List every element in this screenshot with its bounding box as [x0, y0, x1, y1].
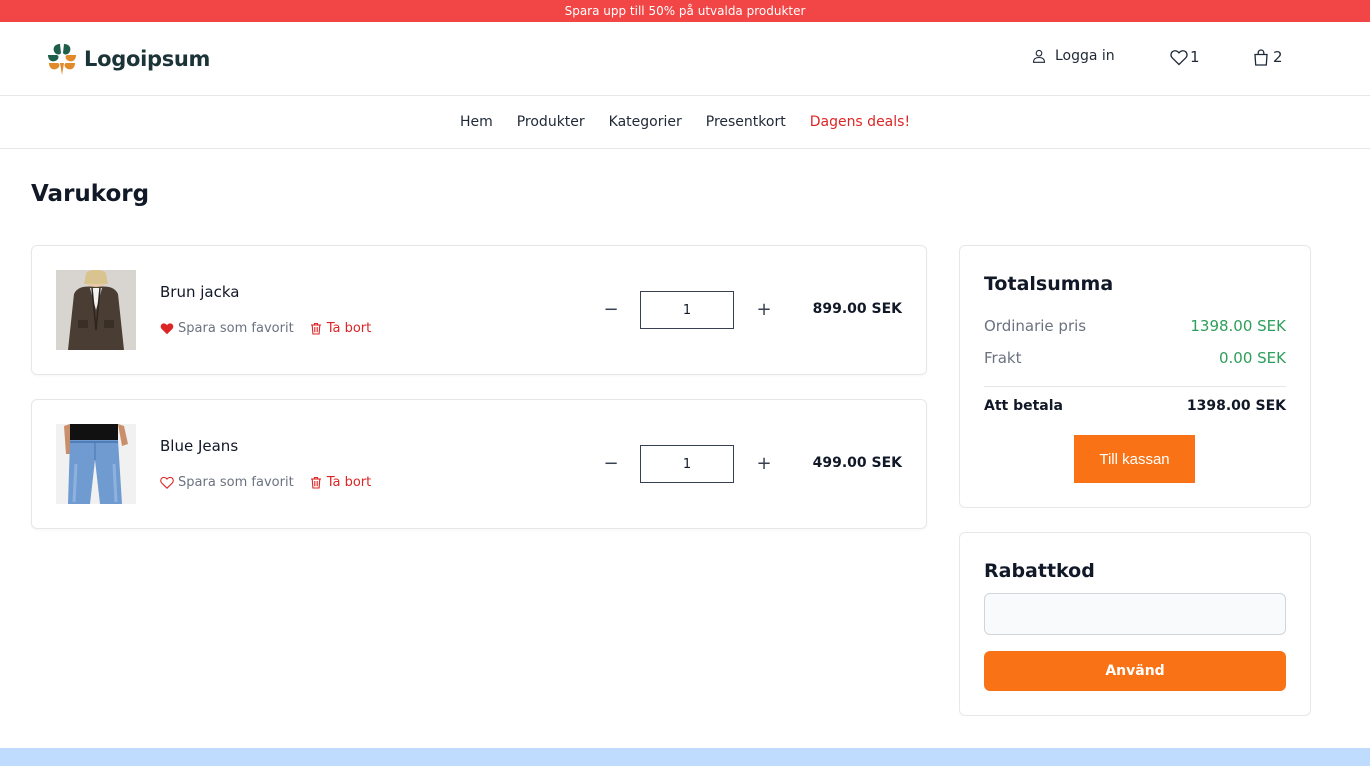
nav-item-kategorier[interactable]: Kategorier [609, 114, 682, 130]
favorites-count: 1 [1190, 48, 1200, 66]
jacket-image [56, 270, 136, 350]
save-favorite-button[interactable]: Spara som favorit [160, 475, 294, 490]
item-actions: Spara som favorit Ta bort [160, 321, 371, 336]
cart-item: Brun jacka Spara som favorit Ta bort − +… [31, 245, 927, 375]
product-name[interactable]: Brun jacka [160, 283, 239, 301]
trash-icon [310, 322, 321, 335]
quantity-input[interactable] [640, 445, 734, 483]
site-header: Logoipsum Logga in 1 2 [0, 22, 1370, 96]
logo-icon [48, 44, 76, 75]
remove-button[interactable]: Ta bort [310, 321, 372, 336]
heart-filled-icon [160, 323, 174, 335]
product-image[interactable] [56, 270, 136, 350]
page-title: Varukorg [31, 181, 150, 207]
total-row: Att betala 1398.00 SEK [984, 398, 1286, 414]
increase-quantity-button[interactable]: + [755, 450, 773, 478]
summary-divider [984, 386, 1286, 387]
shipping-row: Frakt 0.00 SEK [984, 349, 1286, 367]
remove-label: Ta bort [326, 321, 372, 336]
heart-icon [1170, 49, 1188, 65]
checkout-button[interactable]: Till kassan [1074, 435, 1195, 483]
shipping-label: Frakt [984, 349, 1022, 367]
summary-title: Totalsumma [984, 273, 1114, 295]
remove-button[interactable]: Ta bort [310, 475, 372, 490]
save-favorite-button[interactable]: Spara som favorit [160, 321, 294, 336]
cart-item: Blue Jeans Spara som favorit Ta bort − +… [31, 399, 927, 529]
discount-title: Rabattkod [984, 560, 1095, 582]
cart-link[interactable]: 2 [1253, 48, 1283, 66]
regular-price-label: Ordinarie pris [984, 317, 1087, 335]
login-label: Logga in [1055, 48, 1115, 64]
product-name[interactable]: Blue Jeans [160, 437, 238, 455]
nav-item-dagens-deals[interactable]: Dagens deals! [810, 114, 910, 130]
total-label: Att betala [984, 398, 1063, 414]
discount-code-input[interactable] [984, 593, 1286, 635]
nav-item-produkter[interactable]: Produkter [517, 114, 585, 130]
regular-price-value: 1398.00 SEK [1190, 317, 1286, 335]
total-value: 1398.00 SEK [1186, 398, 1286, 414]
cart-count: 2 [1273, 48, 1283, 66]
apply-discount-button[interactable]: Använd [984, 651, 1286, 691]
discount-panel: Rabattkod Använd [959, 532, 1311, 716]
shopping-bag-icon [1254, 48, 1268, 66]
promo-banner: Spara upp till 50% på utvalda produkter [0, 0, 1370, 22]
increase-quantity-button[interactable]: + [755, 296, 773, 324]
trash-icon [310, 476, 321, 489]
logo-text: Logoipsum [84, 47, 211, 71]
nav-item-hem[interactable]: Hem [460, 114, 493, 130]
main-nav: Hem Produkter Kategorier Presentkort Dag… [0, 96, 1370, 149]
heart-outline-icon [160, 476, 174, 489]
logo[interactable]: Logoipsum [46, 41, 210, 77]
jeans-image [56, 424, 136, 504]
save-favorite-label: Spara som favorit [178, 475, 294, 490]
item-price: 899.00 SEK [812, 301, 902, 317]
login-link[interactable]: Logga in [1032, 48, 1115, 64]
decrease-quantity-button[interactable]: − [602, 450, 620, 478]
save-favorite-label: Spara som favorit [178, 321, 294, 336]
promo-text: Spara upp till 50% på utvalda produkter [564, 4, 806, 18]
shipping-value: 0.00 SEK [1218, 349, 1286, 367]
quantity-input[interactable] [640, 291, 734, 329]
product-image[interactable] [56, 424, 136, 504]
footer-band [0, 748, 1370, 766]
remove-label: Ta bort [326, 475, 372, 490]
regular-price-row: Ordinarie pris 1398.00 SEK [984, 317, 1286, 335]
nav-item-presentkort[interactable]: Presentkort [706, 114, 786, 130]
order-summary: Totalsumma Ordinarie pris 1398.00 SEK Fr… [959, 245, 1311, 508]
favorites-link[interactable]: 1 [1170, 48, 1200, 66]
item-actions: Spara som favorit Ta bort [160, 475, 371, 490]
decrease-quantity-button[interactable]: − [602, 296, 620, 324]
item-price: 499.00 SEK [812, 455, 902, 471]
user-icon [1032, 49, 1046, 63]
